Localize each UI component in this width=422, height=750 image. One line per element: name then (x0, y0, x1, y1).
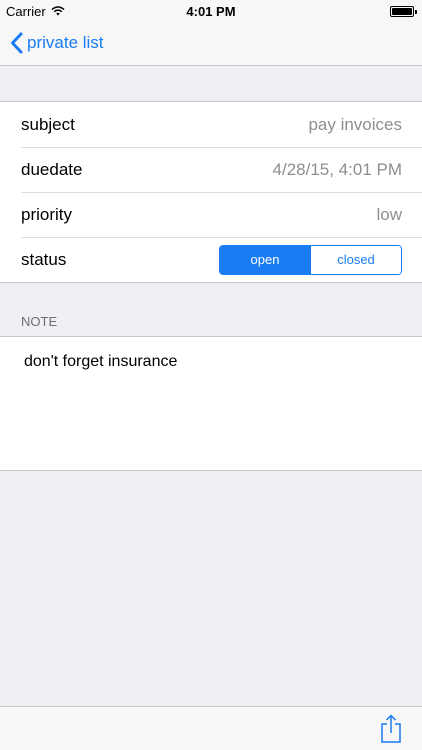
subject-value[interactable]: pay invoices (308, 115, 402, 135)
share-button[interactable] (380, 714, 402, 749)
battery-icon (390, 6, 417, 17)
priority-row[interactable]: priority low (0, 192, 422, 237)
duedate-label: duedate (21, 159, 83, 179)
priority-label: priority (21, 204, 73, 224)
status-open-segment[interactable]: open (220, 245, 310, 274)
status-label: status (21, 249, 67, 269)
back-button-label: private list (27, 33, 104, 52)
duedate-row[interactable]: duedate 4/28/15, 4:01 PM (0, 147, 422, 192)
chevron-left-icon (10, 32, 23, 54)
status-time: 4:01 PM (186, 4, 236, 19)
note-text[interactable]: don't forget insurance (24, 353, 177, 371)
priority-value[interactable]: low (376, 205, 402, 225)
screen: Carrier 4:01 PM private list subject pay… (0, 0, 422, 750)
subject-row[interactable]: subject pay invoices (0, 102, 422, 147)
note-text-area[interactable]: don't forget insurance (0, 336, 422, 471)
status-bar: Carrier 4:01 PM (0, 0, 422, 22)
subject-label: subject (21, 114, 75, 134)
bottom-toolbar (0, 706, 422, 750)
status-closed-segment[interactable]: closed (310, 245, 401, 274)
navigation-bar: private list (0, 22, 422, 66)
duedate-value[interactable]: 4/28/15, 4:01 PM (273, 160, 402, 180)
task-fields-group: subject pay invoices duedate 4/28/15, 4:… (0, 101, 422, 283)
status-segmented-control[interactable]: open closed (219, 244, 402, 275)
back-button[interactable]: private list (10, 32, 104, 54)
note-section-header: NOTE (21, 314, 58, 329)
share-icon (380, 714, 402, 748)
status-row: status open closed (0, 237, 422, 282)
